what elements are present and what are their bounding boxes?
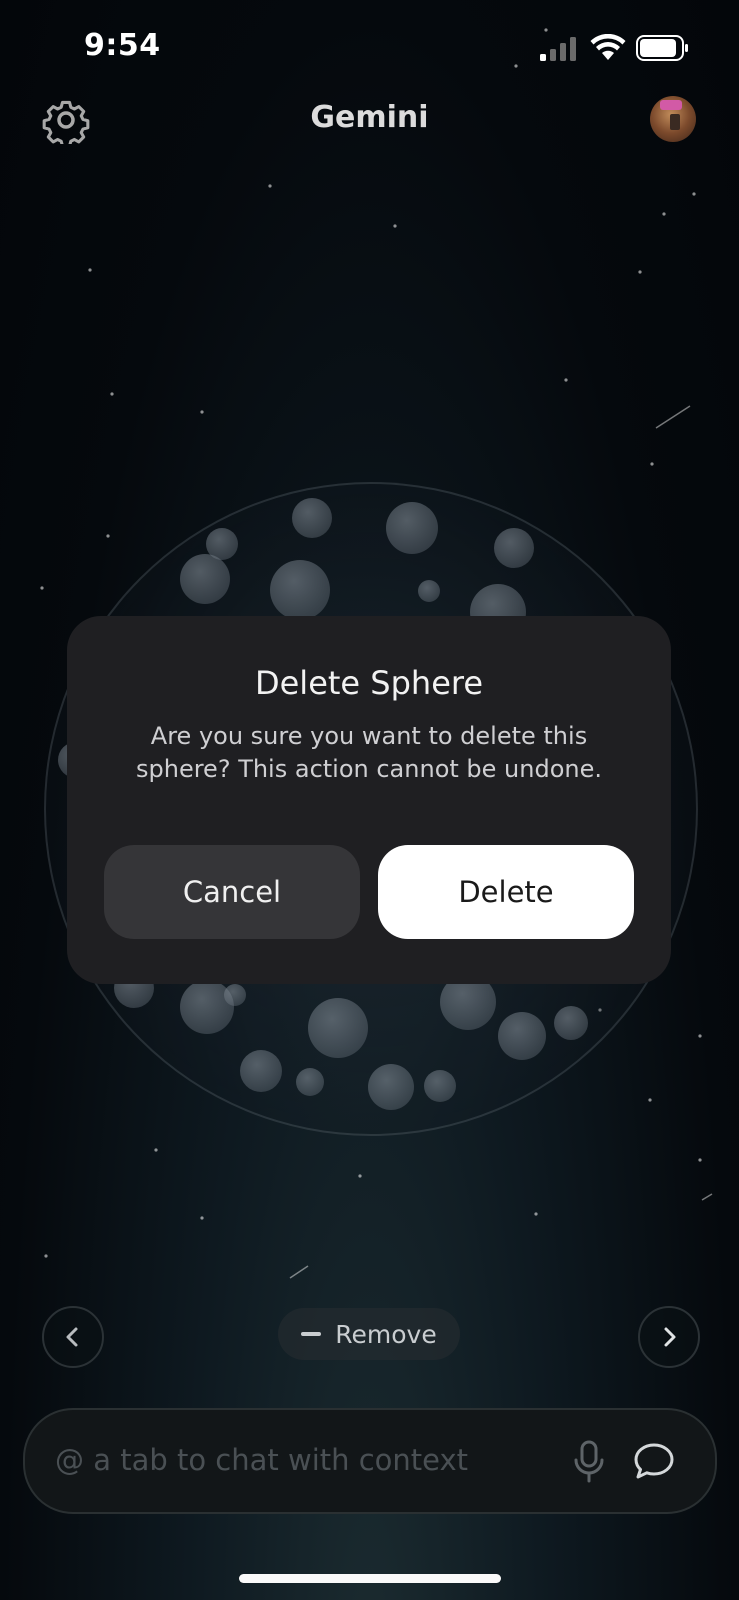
star bbox=[268, 184, 272, 188]
shooting-star bbox=[289, 1265, 309, 1279]
wifi-icon bbox=[590, 34, 626, 60]
star bbox=[698, 1034, 702, 1038]
status-time: 9:54 bbox=[84, 28, 161, 63]
star bbox=[692, 192, 696, 196]
star bbox=[200, 1216, 204, 1220]
remove-button[interactable]: Remove bbox=[278, 1308, 460, 1360]
minus-icon bbox=[301, 1332, 322, 1336]
home-indicator bbox=[239, 1574, 501, 1583]
star bbox=[544, 28, 548, 32]
star bbox=[662, 212, 666, 216]
star bbox=[514, 64, 518, 68]
dialog-title: Delete Sphere bbox=[254, 664, 484, 702]
battery-icon bbox=[636, 35, 688, 61]
mic-icon[interactable] bbox=[573, 1440, 605, 1484]
star bbox=[200, 410, 204, 414]
app-title: Gemini bbox=[310, 100, 429, 135]
shooting-star bbox=[701, 1193, 713, 1201]
remove-label: Remove bbox=[335, 1319, 437, 1349]
star bbox=[88, 268, 92, 272]
previous-button[interactable] bbox=[42, 1306, 104, 1368]
star bbox=[650, 462, 654, 466]
chat-input-placeholder[interactable]: @ a tab to chat with context bbox=[55, 1443, 468, 1477]
star bbox=[648, 1098, 652, 1102]
cellular-signal-icon bbox=[540, 37, 576, 61]
profile-avatar[interactable] bbox=[650, 96, 696, 142]
star bbox=[110, 392, 114, 396]
shooting-star bbox=[655, 405, 691, 429]
star bbox=[393, 224, 397, 228]
chat-input-bar[interactable]: @ a tab to chat with context bbox=[23, 1408, 717, 1514]
dialog-message: Are you sure you want to delete this sph… bbox=[136, 722, 602, 783]
chevron-left-icon bbox=[66, 1327, 78, 1347]
star bbox=[698, 1158, 702, 1162]
star bbox=[154, 1148, 158, 1152]
chevron-right-icon bbox=[664, 1327, 676, 1347]
star bbox=[44, 1254, 48, 1258]
star bbox=[40, 586, 44, 590]
star bbox=[358, 1174, 362, 1178]
star bbox=[106, 534, 110, 538]
delete-sphere-dialog: Delete Sphere Are you sure you want to d… bbox=[67, 616, 671, 984]
delete-button[interactable]: Delete bbox=[378, 845, 634, 939]
star bbox=[564, 378, 568, 382]
star bbox=[638, 270, 642, 274]
next-button[interactable] bbox=[638, 1306, 700, 1368]
star bbox=[534, 1212, 538, 1216]
cancel-button[interactable]: Cancel bbox=[104, 845, 360, 939]
chat-bubble-icon[interactable] bbox=[633, 1442, 675, 1480]
